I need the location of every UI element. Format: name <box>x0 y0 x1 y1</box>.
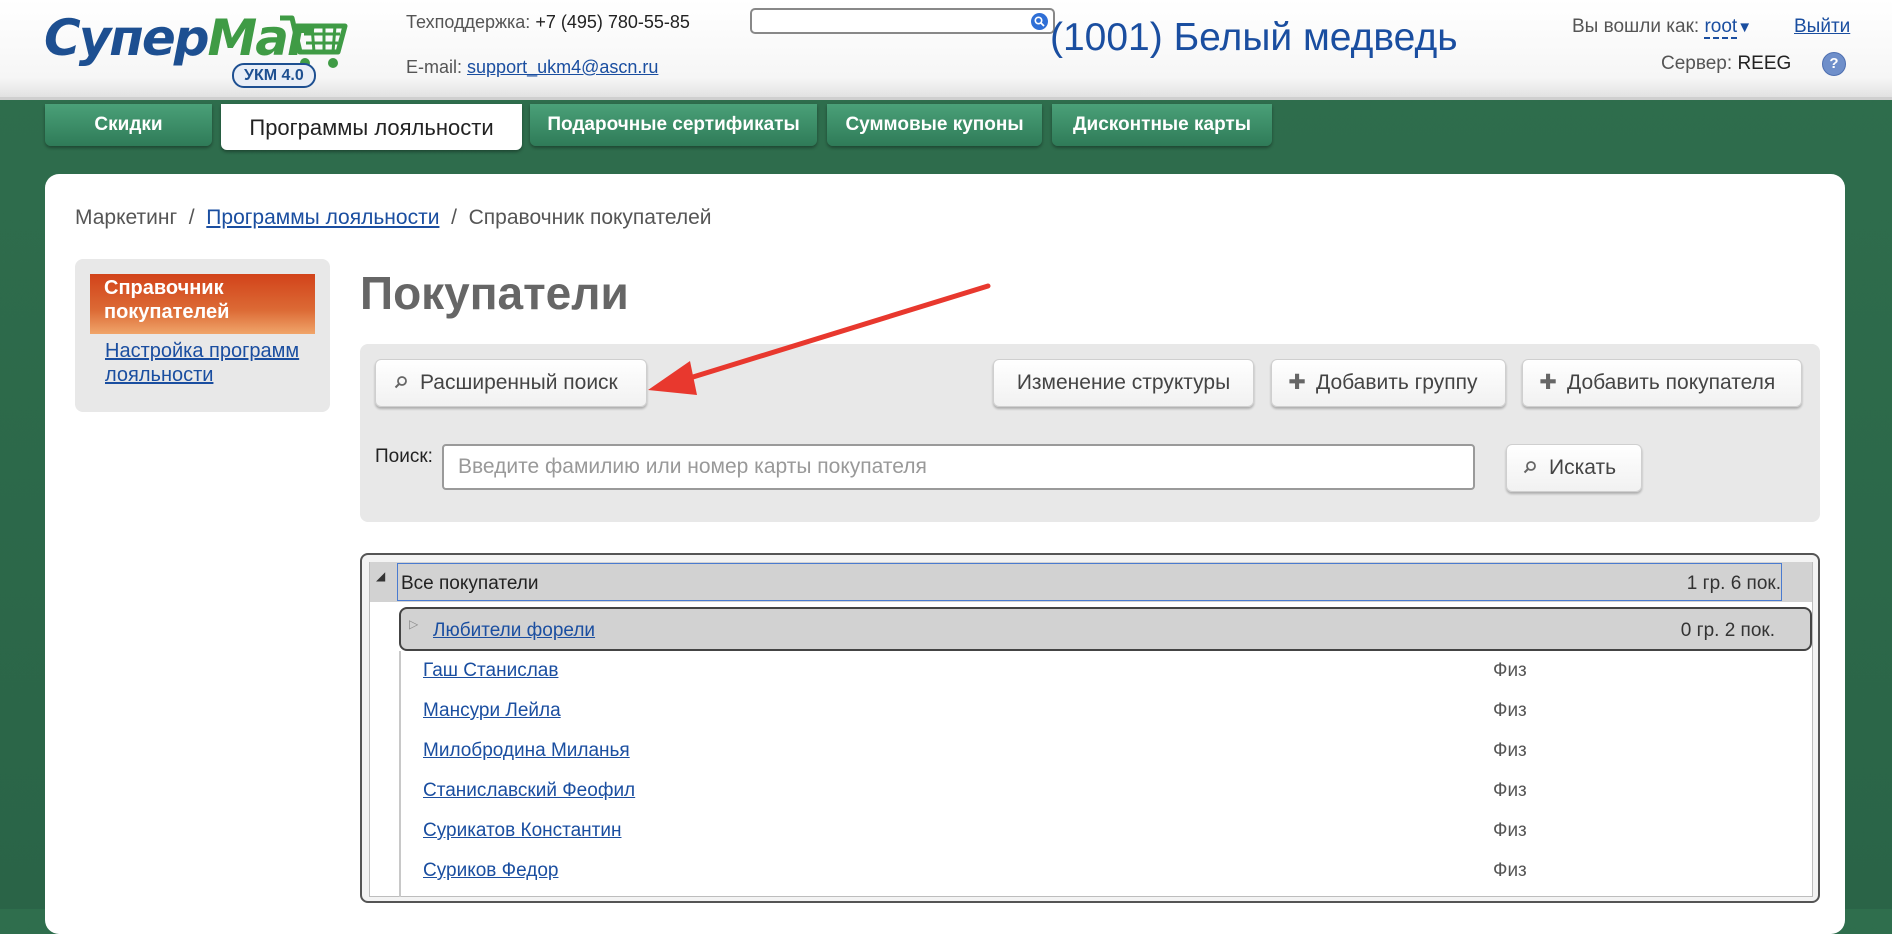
search-label: Поиск: <box>375 446 433 467</box>
logout-link[interactable]: Выйти <box>1794 16 1850 38</box>
magnifier-icon <box>1519 445 1541 491</box>
customer-search-input[interactable] <box>442 444 1475 490</box>
tab-gift-certificates[interactable]: Подарочные сертификаты <box>530 104 817 146</box>
tab-discounts[interactable]: Скидки <box>45 104 212 146</box>
logo-wordmark: СуперМаг <box>44 9 313 67</box>
breadcrumb-current: Справочник покупателей <box>468 206 712 229</box>
customer-link[interactable]: Сурикатов Константин <box>423 820 621 842</box>
search-button[interactable]: Искать <box>1506 444 1642 492</box>
login-info: Вы вошли как: root▼ <box>1572 16 1753 39</box>
support-email-link[interactable]: support_ukm4@ascn.ru <box>467 57 658 77</box>
customer-link[interactable]: Мансури Лейла <box>423 700 561 722</box>
caret-down-icon[interactable]: ▼ <box>1737 19 1752 36</box>
customer-link[interactable]: Гаш Станислав <box>423 660 558 682</box>
add-group-button[interactable]: ✚ Добавить группу <box>1271 359 1506 407</box>
tab-loyalty-programs[interactable]: Программы лояльности <box>221 104 522 150</box>
tree-root-label[interactable]: Все покупатели <box>401 573 538 595</box>
change-structure-button[interactable]: Изменение структуры <box>993 359 1254 407</box>
support-info: Техподдержка: +7 (495) 780-55-85 <box>406 12 690 32</box>
server-name: REEG <box>1737 53 1792 74</box>
search-icon[interactable] <box>1031 13 1048 30</box>
expanded-triangle-icon[interactable]: ◢ <box>376 569 385 583</box>
breadcrumb: Маркетинг / Программы лояльности / Справ… <box>75 206 712 229</box>
customer-link[interactable]: Милобродина Миланья <box>423 740 630 762</box>
page-title: Покупатели <box>360 267 629 319</box>
email-info: E-mail: support_ukm4@ascn.ru <box>406 57 659 77</box>
tree-root-selection <box>397 563 1782 601</box>
user-menu[interactable]: root <box>1704 16 1738 39</box>
collapsed-triangle-icon[interactable]: ▷ <box>409 617 418 631</box>
tab-amount-coupons[interactable]: Суммовые купоны <box>827 104 1042 146</box>
customer-link[interactable]: Станиславский Феофил <box>423 780 635 802</box>
tree-indent-line <box>399 651 401 897</box>
support-phone: +7 (495) 780-55-85 <box>535 12 690 32</box>
tree-root-count: 1 гр. 6 пок. <box>1686 573 1781 594</box>
plus-icon: ✚ <box>1539 371 1557 394</box>
breadcrumb-root: Маркетинг <box>75 206 178 229</box>
customer-type: Физ <box>1493 660 1527 681</box>
tree-group-label[interactable]: Любители форели <box>433 620 595 642</box>
magnifier-icon <box>390 360 412 406</box>
customer-type: Физ <box>1493 860 1527 881</box>
server-info: Сервер: REEG <box>1661 53 1792 74</box>
advanced-search-button[interactable]: Расширенный поиск <box>375 359 647 407</box>
help-icon[interactable]: ? <box>1822 52 1846 76</box>
add-customer-button[interactable]: ✚ Добавить покупателя <box>1522 359 1802 407</box>
customer-type: Физ <box>1493 820 1527 841</box>
supermag-logo[interactable]: СуперМаг УКМ 4.0 <box>44 8 349 88</box>
customer-type: Физ <box>1493 740 1527 761</box>
tree-group-count: 0 гр. 2 пок. <box>1680 620 1775 641</box>
breadcrumb-link-loyalty[interactable]: Программы лояльности <box>206 206 439 229</box>
customer-type: Физ <box>1493 780 1527 801</box>
tree-group-row[interactable] <box>399 607 1812 651</box>
header-search-field[interactable] <box>750 8 1055 34</box>
sidebar-item-customer-directory[interactable]: Справочник покупателей <box>90 274 315 334</box>
plus-icon: ✚ <box>1288 371 1306 394</box>
sidebar-item-loyalty-settings[interactable]: Настройка программ лояльности <box>105 339 325 387</box>
tab-discount-cards[interactable]: Дисконтные карты <box>1052 104 1272 146</box>
store-title: (1001) Белый медведь <box>1050 16 1458 59</box>
customer-type: Физ <box>1493 700 1527 721</box>
customer-link[interactable]: Суриков Федор <box>423 860 558 882</box>
version-badge: УКМ 4.0 <box>232 63 316 88</box>
